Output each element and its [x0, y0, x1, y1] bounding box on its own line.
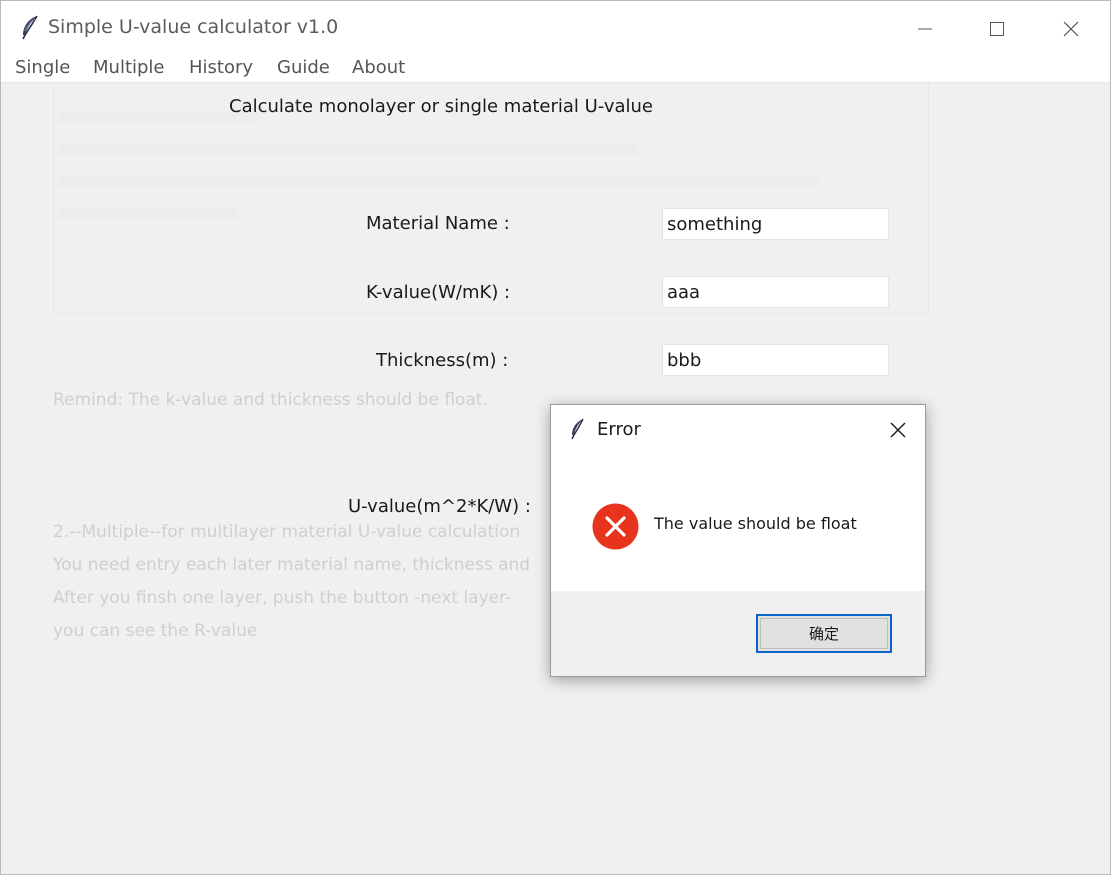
menu-single[interactable]: Single [15, 57, 70, 78]
maximize-button[interactable] [977, 11, 1017, 47]
app-window: Simple U-value calculator v1.0 Single Mu… [0, 0, 1111, 875]
title-bar[interactable]: Simple U-value calculator v1.0 [1, 1, 1110, 53]
material-name-label: Material Name : [366, 213, 510, 234]
ok-button[interactable]: 确定 [756, 614, 892, 653]
guide-multiple-line3: After you finsh one layer, push the butt… [53, 588, 512, 608]
minimize-button[interactable] [905, 11, 945, 47]
minimize-icon [918, 28, 932, 30]
feather-icon [569, 418, 585, 440]
error-icon [592, 503, 639, 550]
close-icon [1063, 21, 1079, 37]
close-icon [890, 422, 906, 438]
u-value-label: U-value(m^2*K/W) : [348, 496, 531, 517]
thickness-input[interactable] [662, 344, 889, 376]
material-name-input[interactable] [662, 208, 889, 240]
dialog-footer: 确定 [551, 591, 925, 676]
menu-bar: Single Multiple History Guide About [1, 53, 1110, 83]
menu-about[interactable]: About [352, 57, 405, 78]
page-heading: Calculate monolayer or single material U… [229, 96, 653, 117]
guide-multiple-line1: 2.--Multiple--for multilayer material U-… [53, 522, 521, 542]
guide-multiple-line4: you can see the R-value [53, 621, 258, 641]
maximize-icon [990, 22, 1004, 36]
menu-guide[interactable]: Guide [277, 57, 330, 78]
k-value-input[interactable] [662, 276, 889, 308]
feather-icon [19, 15, 41, 41]
close-button[interactable] [1051, 11, 1091, 47]
menu-history[interactable]: History [189, 57, 253, 78]
k-value-label: K-value(W/mK) : [366, 282, 511, 303]
thickness-label: Thickness(m) : [376, 350, 509, 371]
dialog-message: The value should be float [654, 514, 857, 533]
error-dialog: Error The value should be float 确定 [550, 404, 926, 677]
guide-remind-text: Remind: The k-value and thickness should… [53, 390, 488, 410]
dialog-title: Error [597, 419, 641, 440]
window-title: Simple U-value calculator v1.0 [48, 16, 339, 38]
guide-multiple-line2: You need entry each later material name,… [53, 555, 531, 575]
dialog-close-button[interactable] [883, 415, 913, 445]
menu-multiple[interactable]: Multiple [93, 57, 165, 78]
